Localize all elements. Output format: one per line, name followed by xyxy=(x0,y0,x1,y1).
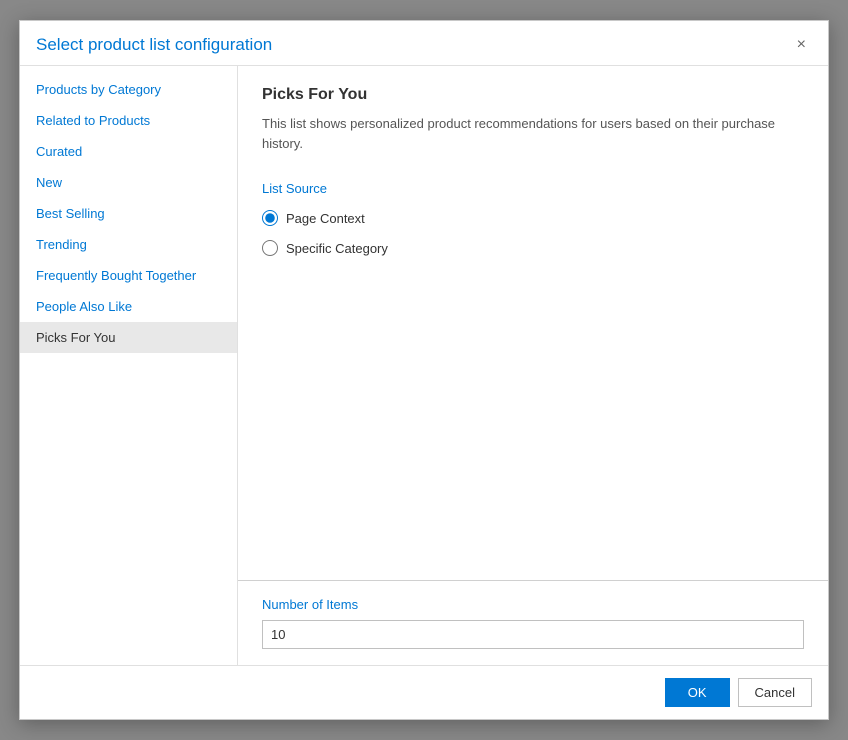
radio-label-specific-category: Specific Category xyxy=(286,241,388,256)
radio-page-context[interactable]: Page Context xyxy=(262,210,804,226)
main-top: Picks For You This list shows personaliz… xyxy=(238,66,828,580)
dialog: Select product list configuration × Prod… xyxy=(19,20,829,720)
sidebar-item-related-to-products[interactable]: Related to Products xyxy=(20,105,237,136)
dialog-title: Select product list configuration xyxy=(36,35,272,55)
list-source-label: List Source xyxy=(262,181,804,196)
sidebar-item-best-selling[interactable]: Best Selling xyxy=(20,198,237,229)
number-of-items-input[interactable] xyxy=(262,620,804,649)
title-bar: Select product list configuration × xyxy=(20,21,828,65)
main-bottom: Number of Items xyxy=(238,580,828,665)
main-description: This list shows personalized product rec… xyxy=(262,114,804,153)
radio-group: Page Context Specific Category xyxy=(262,210,804,256)
sidebar-item-curated[interactable]: Curated xyxy=(20,136,237,167)
sidebar-item-trending[interactable]: Trending xyxy=(20,229,237,260)
sidebar-item-products-by-category[interactable]: Products by Category xyxy=(20,74,237,105)
ok-button[interactable]: OK xyxy=(665,678,730,707)
close-button[interactable]: × xyxy=(791,35,812,55)
sidebar-item-people-also-like[interactable]: People Also Like xyxy=(20,291,237,322)
cancel-button[interactable]: Cancel xyxy=(738,678,812,707)
sidebar-item-picks-for-you[interactable]: Picks For You xyxy=(20,322,237,353)
main-title: Picks For You xyxy=(262,86,804,104)
sidebar: Products by CategoryRelated to ProductsC… xyxy=(20,66,238,665)
dialog-footer: OK Cancel xyxy=(20,665,828,719)
number-of-items-label: Number of Items xyxy=(262,597,804,612)
dialog-body: Products by CategoryRelated to ProductsC… xyxy=(20,65,828,665)
sidebar-item-frequently-bought-together[interactable]: Frequently Bought Together xyxy=(20,260,237,291)
radio-input-page-context[interactable] xyxy=(262,210,278,226)
radio-input-specific-category[interactable] xyxy=(262,240,278,256)
radio-label-page-context: Page Context xyxy=(286,211,365,226)
sidebar-item-new[interactable]: New xyxy=(20,167,237,198)
radio-specific-category[interactable]: Specific Category xyxy=(262,240,804,256)
main-content: Picks For You This list shows personaliz… xyxy=(238,66,828,665)
